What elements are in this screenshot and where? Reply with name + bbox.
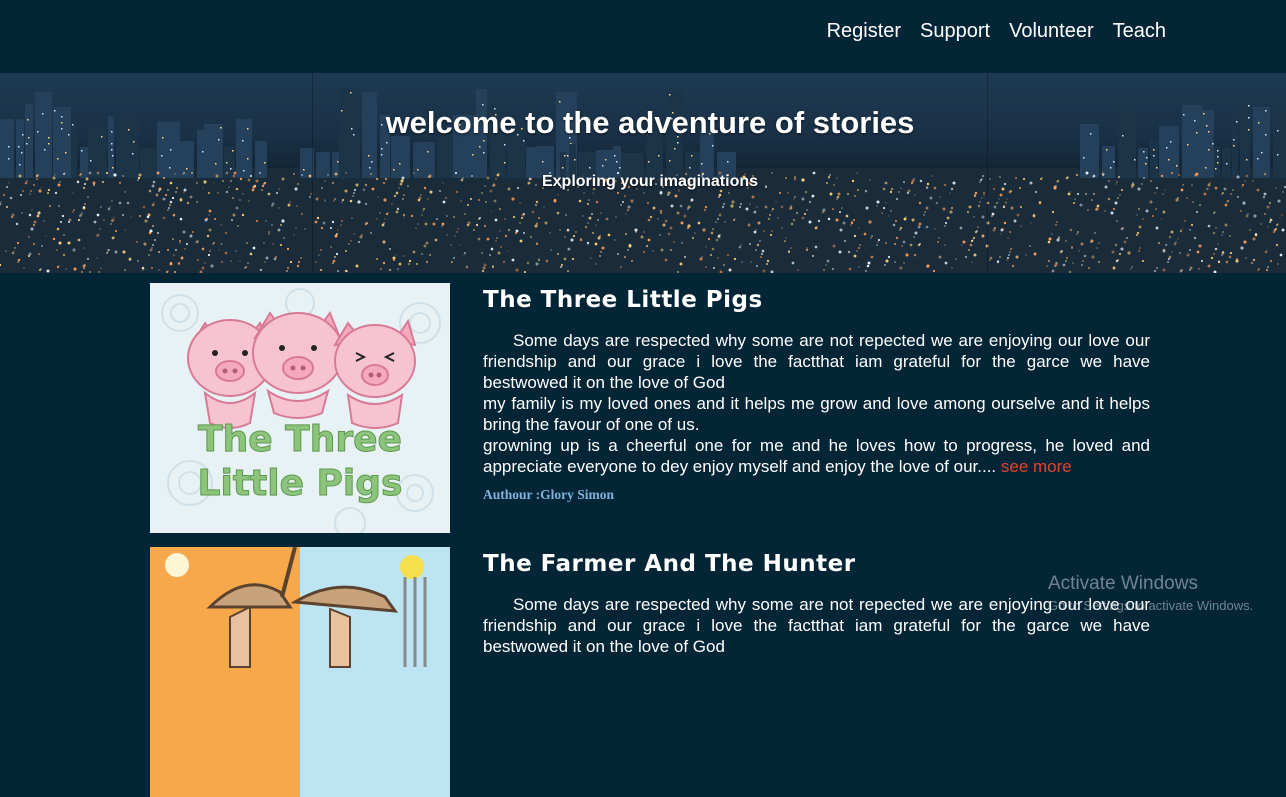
nav-volunteer-link[interactable]: Volunteer: [1009, 20, 1094, 43]
nav-teach-link[interactable]: Teach: [1113, 20, 1166, 43]
see-more-link[interactable]: see more: [1001, 457, 1072, 476]
nav-menu: Register Support Volunteer Teach: [808, 20, 1166, 43]
nav-register-link[interactable]: Register: [827, 20, 901, 43]
image-caption-line2: Little Pigs: [198, 463, 403, 504]
story-author: Authour :Glory Simon: [483, 487, 615, 502]
hero-banner: welcome to the adventure of stories Expl…: [0, 73, 1286, 273]
story-title[interactable]: The Three Little Pigs: [483, 287, 1150, 313]
three-little-pigs-image[interactable]: The Three Little Pigs: [150, 283, 450, 533]
image-caption-line1: The Three: [198, 419, 402, 460]
farmer-hunter-image[interactable]: [150, 547, 450, 797]
story-paragraph: my family is my loved ones and it helps …: [483, 394, 1150, 434]
story-paragraph-last: growning up is a cheerful one for me and…: [483, 435, 1150, 477]
story-excerpt: Some days are respected why some are not…: [483, 330, 1150, 477]
watermark-title: Activate Windows: [1048, 573, 1198, 594]
story-content: The Three Little Pigs Some days are resp…: [483, 283, 1150, 503]
hero-subtitle: Exploring your imaginations: [541, 173, 759, 190]
activate-windows-watermark: Activate Windows Go to Settings to activ…: [1048, 573, 1253, 613]
story-paragraph: Some days are respected why some are not…: [483, 331, 1150, 392]
hero-title: welcome to the adventure of stories: [385, 105, 915, 140]
watermark-subtitle: Go to Settings to activate Windows.: [1048, 598, 1254, 613]
nav-support-link[interactable]: Support: [920, 20, 990, 43]
top-navbar: Register Support Volunteer Teach: [0, 0, 1286, 73]
